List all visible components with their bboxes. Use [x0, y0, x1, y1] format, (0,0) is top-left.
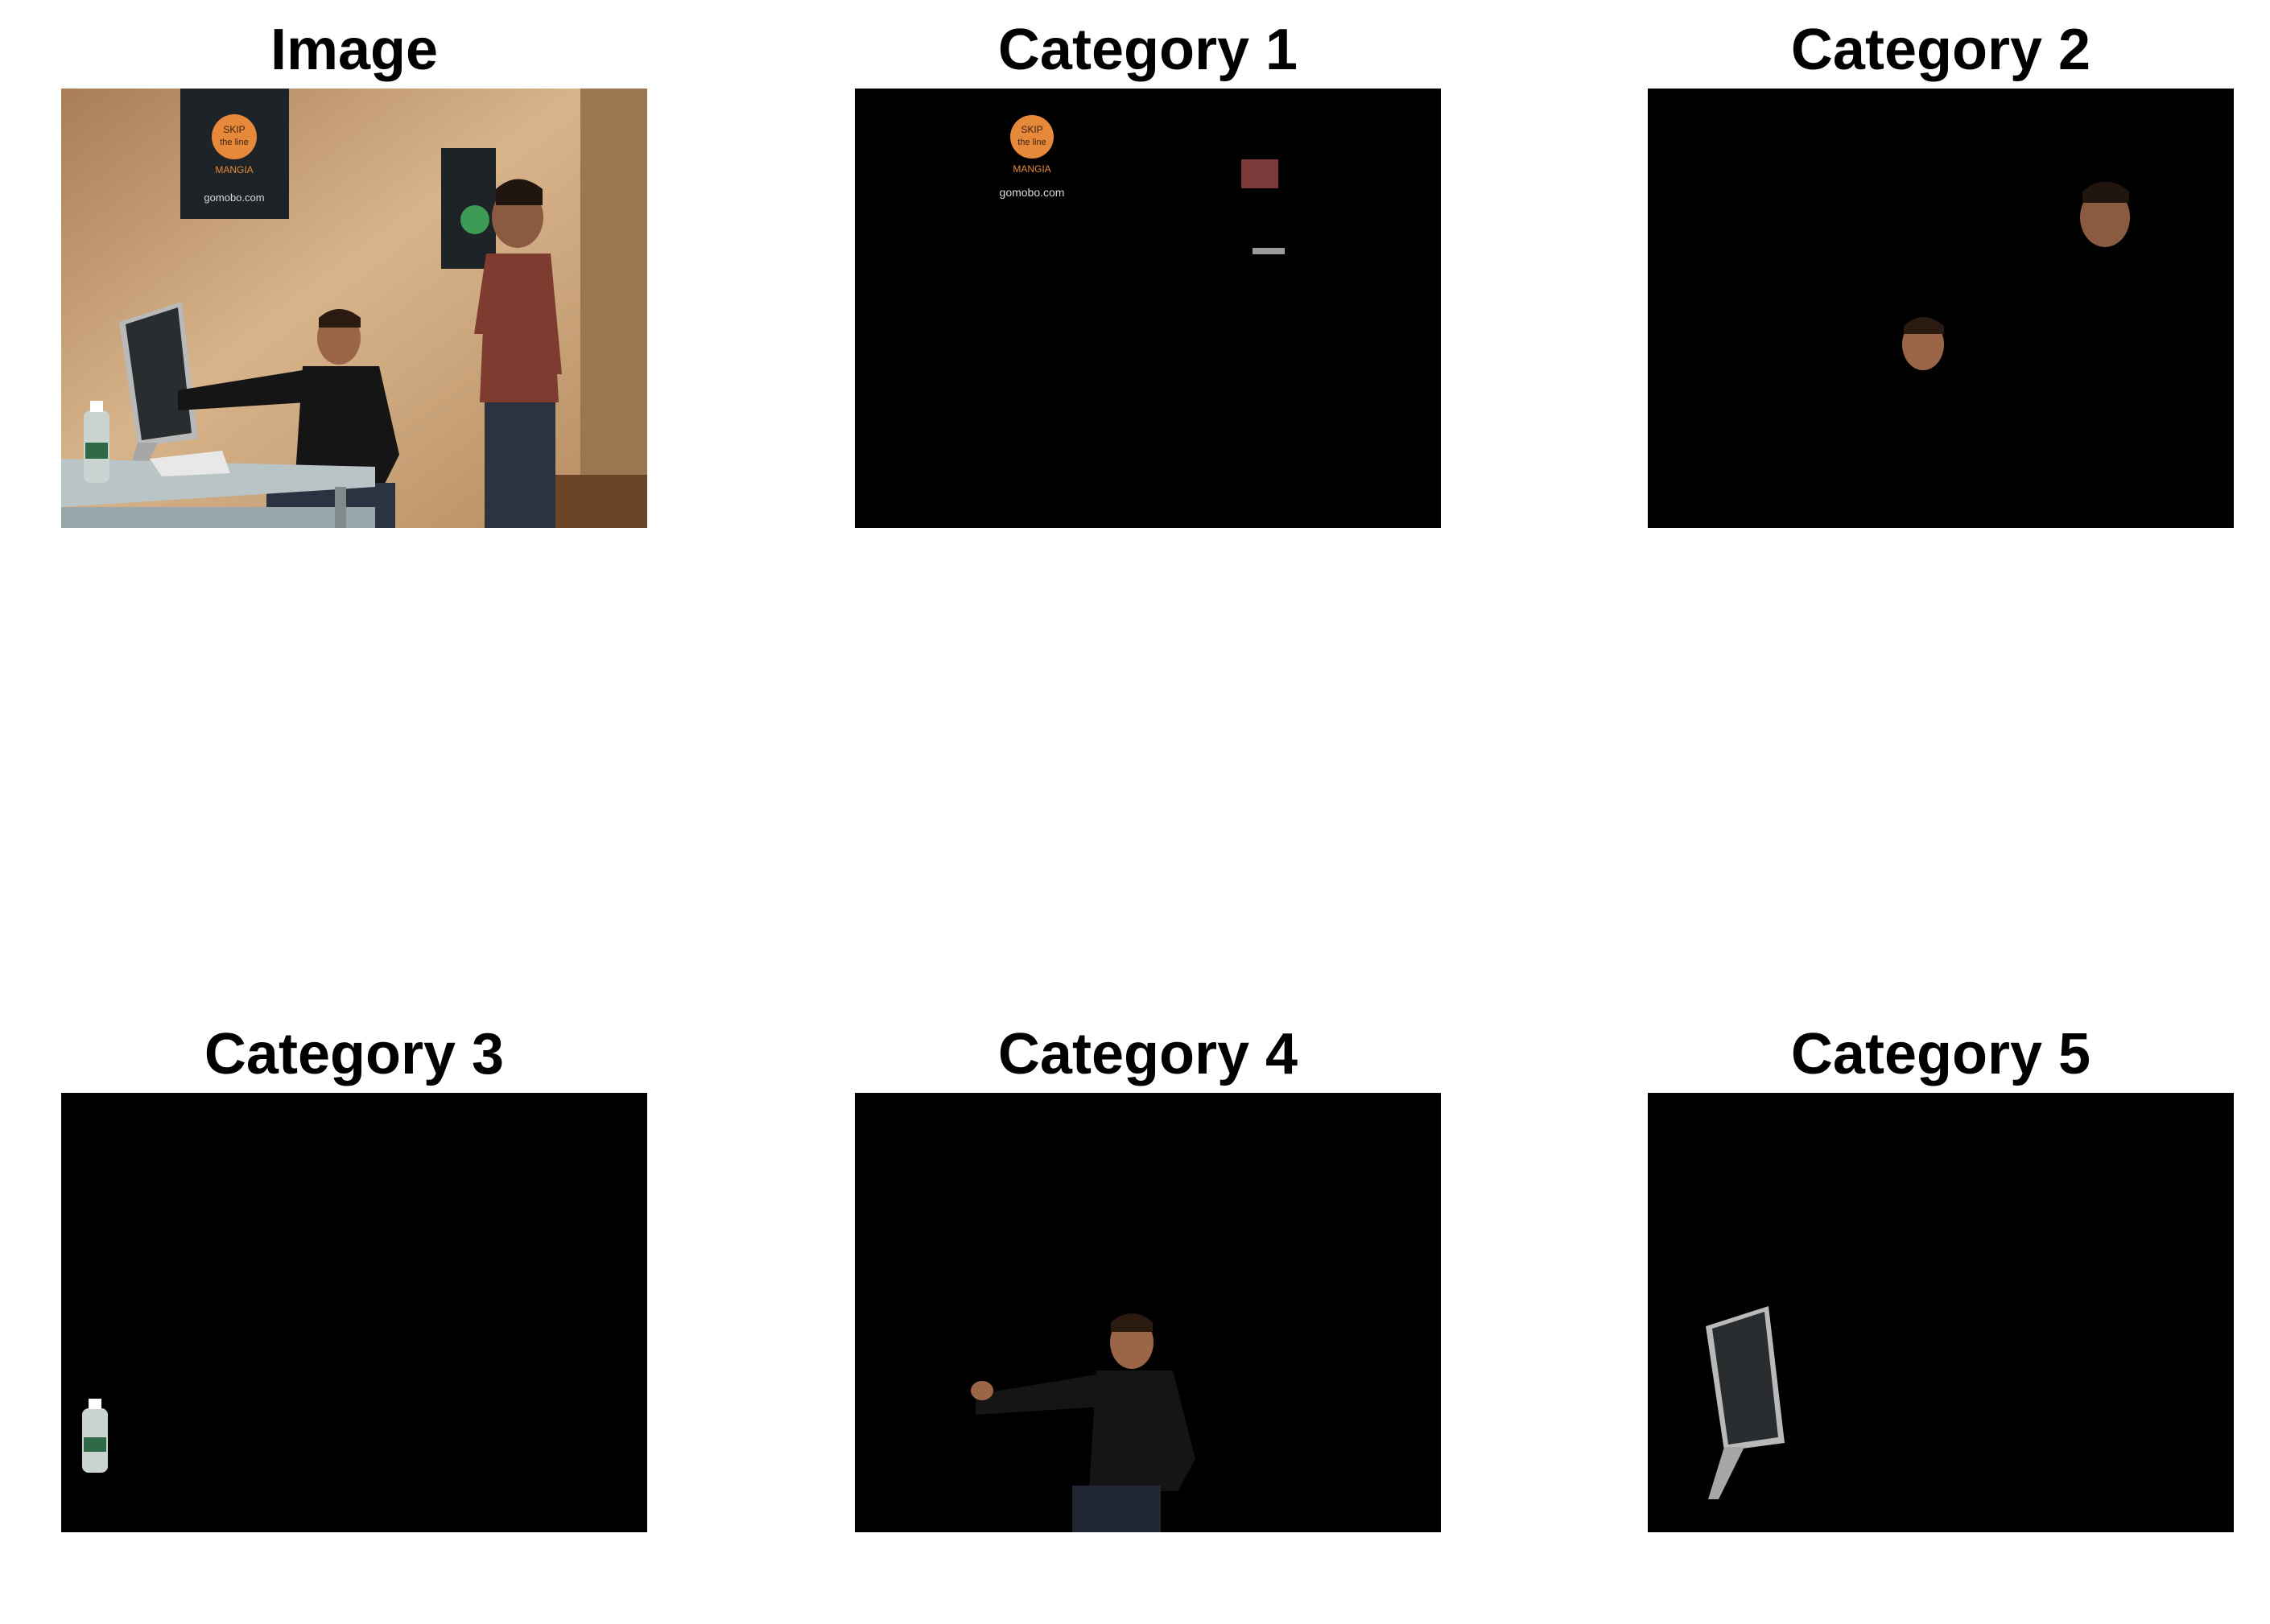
panel-title: Category 5 — [1790, 1022, 2091, 1086]
original-photo: SKIP the line MANGIA gomobo.com — [61, 89, 647, 528]
poster-2 — [441, 148, 496, 269]
segment-text-line3: MANGIA — [1013, 163, 1050, 175]
panel-title: Category 2 — [1790, 18, 2091, 82]
panel-title: Category 3 — [204, 1022, 505, 1086]
segment-text-line1: SKIP — [1021, 124, 1042, 135]
mask-category-1: SKIP the line MANGIA gomobo.com — [855, 89, 1441, 528]
panel-title: Image — [270, 18, 439, 82]
mask-category-4 — [855, 1093, 1441, 1532]
segment-monitor — [1648, 1093, 2234, 1532]
poster-text-line2: the line — [220, 138, 248, 147]
poster-site-text: gomobo.com — [204, 192, 264, 204]
water-bottle — [84, 401, 109, 483]
panel-title: Category 1 — [997, 18, 1298, 82]
segment-site-text: gomobo.com — [1000, 186, 1065, 199]
segment-faces — [1648, 89, 2234, 528]
segment-bottle — [61, 1093, 647, 1532]
segment-text-line2: the line — [1017, 138, 1046, 147]
panel-title: Category 4 — [997, 1022, 1298, 1086]
photo-illustration: SKIP the line MANGIA gomobo.com — [61, 89, 647, 528]
poster-text-line3: MANGIA — [215, 164, 253, 175]
mask-category-3 — [61, 1093, 647, 1532]
poster-text-line1: SKIP — [223, 124, 245, 135]
poster-1: SKIP the line MANGIA gomobo.com — [180, 89, 289, 219]
segment-seated-person — [855, 1093, 1441, 1532]
segment-posters: SKIP the line MANGIA gomobo.com — [855, 89, 1441, 528]
mask-category-5 — [1648, 1093, 2234, 1532]
mask-category-2 — [1648, 89, 2234, 528]
